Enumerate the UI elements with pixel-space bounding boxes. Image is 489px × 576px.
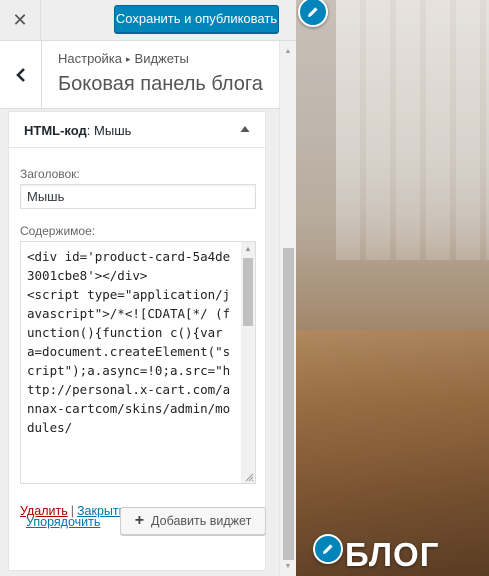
close-icon: ✕ bbox=[12, 9, 28, 30]
site-preview: БЛОГ bbox=[296, 0, 489, 576]
resize-grip-icon[interactable] bbox=[244, 472, 254, 482]
back-button[interactable] bbox=[0, 41, 42, 108]
breadcrumb-current: Виджеты bbox=[134, 51, 189, 66]
content-code[interactable]: <div id='product-card-5a4de3001cbe8'></d… bbox=[27, 247, 237, 437]
pencil-icon bbox=[308, 7, 318, 18]
add-widget-button[interactable]: + Добавить виджет bbox=[120, 507, 266, 535]
chevron-left-icon bbox=[15, 67, 25, 82]
sidebar-scrollbar[interactable]: ▲ ▼ bbox=[279, 41, 296, 576]
sidebar-scroll-thumb[interactable] bbox=[283, 248, 294, 560]
breadcrumb-root: Настройка bbox=[58, 51, 122, 66]
reorder-link[interactable]: Упорядочить bbox=[26, 515, 100, 529]
pencil-icon bbox=[323, 544, 333, 554]
customizer-topbar: ✕ Сохранить и опубликовать bbox=[0, 0, 296, 41]
content-scroll-thumb[interactable] bbox=[243, 258, 253, 326]
title-field-label: Заголовок: bbox=[20, 167, 80, 181]
panel-title: Боковая панель блога bbox=[58, 73, 263, 95]
widget-name: : Мышь bbox=[86, 123, 132, 138]
save-publish-button[interactable]: Сохранить и опубликовать bbox=[114, 5, 279, 33]
sidebar-scroll-area: Настройка ▸ Виджеты Боковая панель блога H… bbox=[0, 41, 296, 576]
widget-title: HTML-код: Мышь bbox=[24, 123, 131, 138]
plus-icon: + bbox=[134, 512, 145, 529]
scroll-down-arrow-icon[interactable]: ▼ bbox=[280, 558, 296, 574]
scroll-up-arrow-icon[interactable]: ▲ bbox=[280, 43, 296, 59]
content-field-label: Содержимое: bbox=[20, 224, 96, 238]
edit-shortcut-button[interactable] bbox=[313, 534, 343, 564]
widget-header[interactable]: HTML-код: Мышь bbox=[9, 112, 265, 148]
content-scrollbar[interactable]: ▲ bbox=[241, 242, 255, 483]
customizer-sidebar: ✕ Сохранить и опубликовать Настройка ▸ Вид… bbox=[0, 0, 296, 576]
scroll-up-arrow-icon[interactable]: ▲ bbox=[241, 242, 255, 256]
title-input[interactable] bbox=[20, 184, 256, 209]
add-widget-label: Добавить виджет bbox=[151, 514, 252, 528]
html-widget: HTML-код: Мышь Заголовок: Содержимое: <d… bbox=[8, 111, 266, 571]
close-customizer-button[interactable]: ✕ bbox=[0, 0, 41, 40]
edit-shortcut-button[interactable] bbox=[298, 0, 328, 27]
preview-heading: БЛОГ bbox=[345, 536, 440, 573]
section-header: Настройка ▸ Виджеты Боковая панель блога bbox=[0, 41, 279, 109]
breadcrumb-separator-icon: ▸ bbox=[126, 54, 131, 64]
widget-type-label: HTML-код bbox=[24, 123, 87, 138]
breadcrumb: Настройка ▸ Виджеты bbox=[58, 51, 189, 66]
arrow-up-icon[interactable] bbox=[239, 123, 251, 135]
content-textarea[interactable]: <div id='product-card-5a4de3001cbe8'></d… bbox=[20, 241, 256, 484]
preview-background-window bbox=[336, 0, 489, 260]
